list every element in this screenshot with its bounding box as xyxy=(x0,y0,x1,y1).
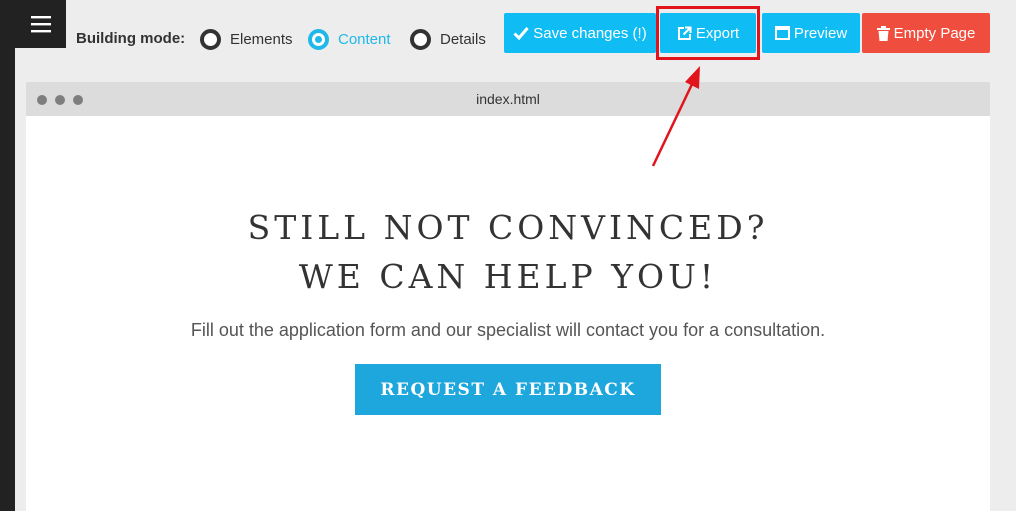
annotation-arrow-icon xyxy=(651,66,700,167)
